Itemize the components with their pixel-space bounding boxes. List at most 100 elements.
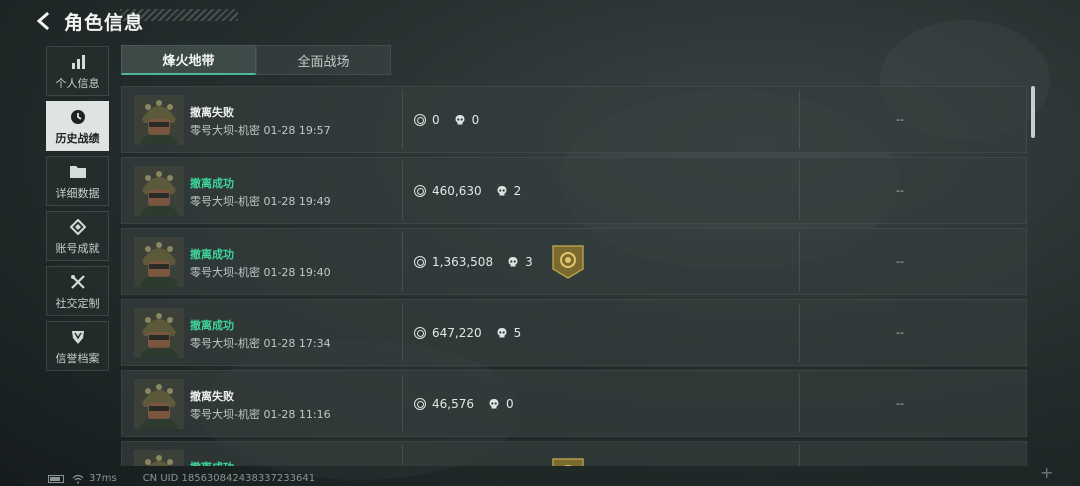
sidebar-item-label: 账号成就 xyxy=(55,241,100,255)
column-divider xyxy=(799,374,800,433)
sidebar-item-label: 详细数据 xyxy=(55,186,100,200)
operator-avatar xyxy=(134,166,184,216)
kill-count: 0 xyxy=(471,112,480,127)
status-footer: 37ms CN UID 18563084243833723364​1 xyxy=(48,473,315,484)
tools-icon xyxy=(70,272,86,292)
extra-info: -- xyxy=(896,184,904,197)
kill-count: 5 xyxy=(513,325,522,340)
sidebar-item-social[interactable]: 社交定制 xyxy=(46,266,109,316)
loot-value: 46,576 xyxy=(432,396,474,411)
extraction-status: 撤离失败 xyxy=(190,390,234,403)
skull-icon xyxy=(488,398,500,410)
loot-value: 647,220 xyxy=(432,325,482,340)
coin-icon xyxy=(414,184,426,197)
extraction-status: 撤离成功 xyxy=(190,177,234,190)
sidebar-item-reputation[interactable]: 信誉档案 xyxy=(46,321,109,371)
operator-avatar xyxy=(134,95,184,145)
skull-icon xyxy=(454,114,466,126)
column-divider xyxy=(402,161,403,220)
sidebar-item-label: 社交定制 xyxy=(55,296,100,310)
loot-value-group: 46,576 0 xyxy=(414,371,514,436)
uid-text: CN UID 18563084243833723364​1 xyxy=(142,473,316,484)
sidebar-nav: 个人信息 历史战绩 详细数据 账号成就 社交定制 信誉档案 xyxy=(46,46,109,376)
back-arrow-icon xyxy=(36,12,50,30)
column-divider xyxy=(799,445,800,466)
match-record-row[interactable]: 撤离成功 零号大坝-机密 01-28 19:40 1,363,508 3 -- xyxy=(121,228,1027,295)
map-and-time: 零号大坝-机密 01-28 19:49 xyxy=(190,195,331,208)
match-record-row[interactable]: 撤离成功 零号大坝-机密 01-28 19:49 460,630 2 -- xyxy=(121,157,1027,224)
column-divider xyxy=(402,303,403,362)
sidebar-item-label: 个人信息 xyxy=(55,76,100,90)
skull-icon xyxy=(507,256,519,268)
operator-avatar xyxy=(134,450,184,466)
match-record-row[interactable]: 撤离成功 零号大坝-机密 01-28 17:34 647,220 5 -- xyxy=(121,299,1027,366)
column-divider xyxy=(799,303,800,362)
loot-value-group: 1,363,508 3 xyxy=(414,229,533,294)
sidebar-item-personal-info[interactable]: 个人信息 xyxy=(46,46,109,96)
match-record-row[interactable]: 撤离成功 xyxy=(121,441,1027,466)
column-divider xyxy=(402,374,403,433)
extraction-status: 撤离成功 xyxy=(190,248,234,261)
ping-text: 37ms xyxy=(89,473,117,484)
list-scrollbar[interactable] xyxy=(1031,86,1035,138)
back-button[interactable] xyxy=(28,6,58,36)
column-divider xyxy=(402,445,403,466)
kill-count: 2 xyxy=(513,183,522,198)
tab-hazard-zone[interactable]: 烽火地带 xyxy=(121,45,256,75)
loot-value: 0 xyxy=(432,112,440,127)
column-divider xyxy=(402,90,403,149)
wifi-icon xyxy=(72,474,84,483)
extraction-status: 撤离成功 xyxy=(190,319,234,332)
map-and-time: 零号大坝-机密 01-28 11:16 xyxy=(190,408,331,421)
loot-value-group: 647,220 5 xyxy=(414,300,521,365)
extra-info: -- xyxy=(896,326,904,339)
sidebar-item-label: 历史战绩 xyxy=(55,131,100,145)
coin-icon xyxy=(414,326,426,339)
clock-icon xyxy=(70,107,86,127)
battery-icon xyxy=(48,474,64,483)
title-decoration xyxy=(120,9,238,21)
tab-full-battlefield[interactable]: 全面战场 xyxy=(256,45,391,75)
bar-chart-icon xyxy=(70,52,86,72)
map-and-time: 零号大坝-机密 01-28 17:34 xyxy=(190,337,331,350)
loot-value: 460,630 xyxy=(432,183,482,198)
loot-value-group: 0 0 xyxy=(414,87,479,152)
sidebar-item-detailed-data[interactable]: 详细数据 xyxy=(46,156,109,206)
kill-count: 3 xyxy=(525,254,533,269)
extraction-status: 撤离失败 xyxy=(190,106,234,119)
extra-info: -- xyxy=(896,255,904,268)
shield-icon xyxy=(70,327,86,347)
skull-icon xyxy=(496,327,508,339)
column-divider xyxy=(799,232,800,291)
extra-info: -- xyxy=(896,113,904,126)
map-and-time: 零号大坝-机密 01-28 19:40 xyxy=(190,266,331,279)
extra-info: -- xyxy=(896,397,904,410)
match-history-list: 撤离失败 零号大坝-机密 01-28 19:57 0 0 -- 撤离成功 零号大… xyxy=(121,86,1027,466)
sidebar-item-achievements[interactable]: 账号成就 xyxy=(46,211,109,261)
loot-value-group: 460,630 2 xyxy=(414,158,521,223)
map-and-time: 零号大坝-机密 01-28 19:57 xyxy=(190,124,331,137)
coin-icon xyxy=(414,113,426,126)
sidebar-item-label: 信誉档案 xyxy=(55,351,100,365)
column-divider xyxy=(799,90,800,149)
medal-badge-icon[interactable] xyxy=(552,458,584,466)
medal-icon xyxy=(69,217,86,237)
loot-value: 1,363,508 xyxy=(432,254,494,269)
folder-icon xyxy=(69,162,87,182)
operator-avatar xyxy=(134,308,184,358)
kill-count: 0 xyxy=(506,396,514,411)
corner-plus-mark: + xyxy=(1040,463,1054,482)
operator-avatar xyxy=(134,379,184,429)
extraction-status: 撤离成功 xyxy=(190,459,234,466)
match-record-row[interactable]: 撤离失败 零号大坝-机密 01-28 11:16 46,576 0 -- xyxy=(121,370,1027,437)
column-divider xyxy=(799,161,800,220)
skull-icon xyxy=(496,185,508,197)
sidebar-item-history[interactable]: 历史战绩 xyxy=(46,101,109,151)
coin-icon xyxy=(414,255,426,268)
medal-badge-icon[interactable] xyxy=(552,245,584,279)
coin-icon xyxy=(414,397,426,410)
match-record-row[interactable]: 撤离失败 零号大坝-机密 01-28 19:57 0 0 -- xyxy=(121,86,1027,153)
column-divider xyxy=(402,232,403,291)
operator-avatar xyxy=(134,237,184,287)
mode-tabs: 烽火地带 全面战场 xyxy=(121,45,391,75)
